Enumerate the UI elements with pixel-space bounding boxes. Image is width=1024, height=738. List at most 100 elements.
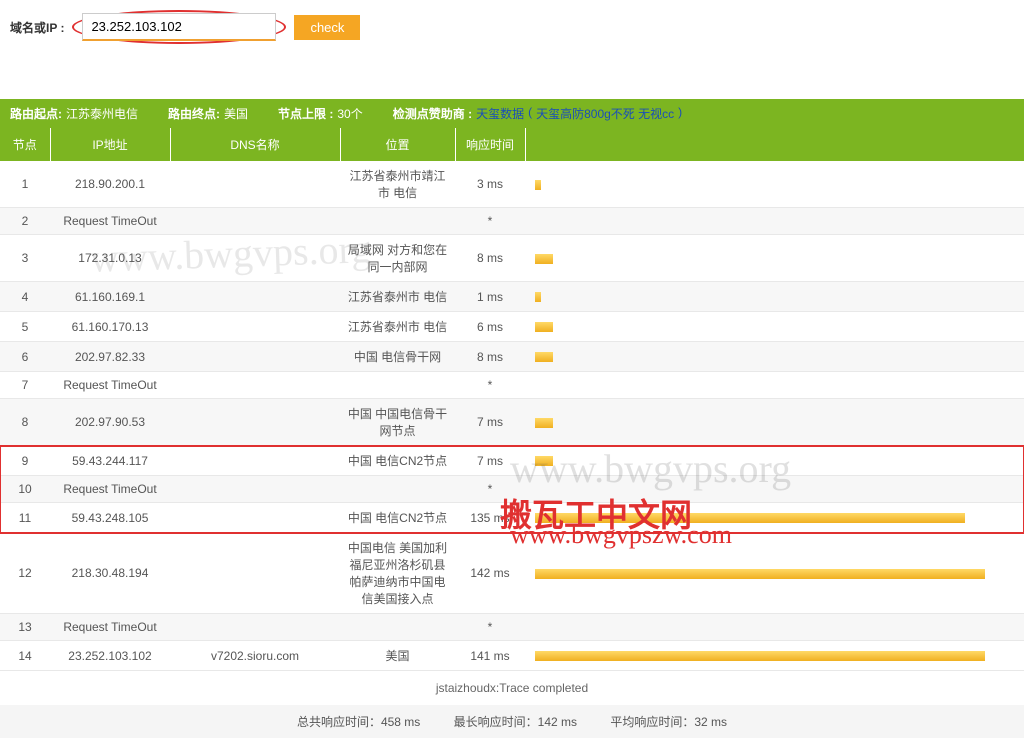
- response-bar: [535, 456, 553, 466]
- cell-location: [340, 614, 455, 641]
- sponsor-link-1[interactable]: 天玺数据: [476, 105, 524, 122]
- cell-ip: 202.97.90.53: [50, 399, 170, 446]
- table-row: 3 172.31.0.13 局域网 对方和您在同一内部网 8 ms: [0, 235, 1024, 282]
- cell-time: *: [455, 476, 525, 503]
- cell-location: 江苏省泰州市靖江市 电信: [340, 161, 455, 208]
- cell-location: 中国 电信CN2节点: [340, 503, 455, 533]
- cell-ip: 61.160.169.1: [50, 282, 170, 312]
- response-bar: [535, 322, 553, 332]
- header-time: 响应时间: [455, 128, 525, 161]
- cell-node: 12: [0, 533, 50, 614]
- table-row: 6 202.97.82.33 中国 电信骨干网 8 ms: [0, 342, 1024, 372]
- cell-location: [340, 208, 455, 235]
- cell-dns: [170, 342, 340, 372]
- response-bar: [535, 180, 541, 190]
- header-node: 节点: [0, 128, 50, 161]
- header-bar: [525, 128, 1024, 161]
- summary-max: 最长响应时间：142 ms: [454, 715, 577, 729]
- cell-dns: [170, 235, 340, 282]
- cell-time: 3 ms: [455, 161, 525, 208]
- cell-dns: [170, 533, 340, 614]
- cell-bar: [525, 312, 1024, 342]
- cell-bar: [525, 235, 1024, 282]
- cell-ip: 218.30.48.194: [50, 533, 170, 614]
- cell-bar: [525, 503, 1024, 533]
- cell-node: 10: [0, 476, 50, 503]
- cell-time: 135 ms: [455, 503, 525, 533]
- header-location: 位置: [340, 128, 455, 161]
- cell-time: *: [455, 372, 525, 399]
- sponsor-label: 检测点赞助商 :: [393, 105, 472, 122]
- cell-time: 1 ms: [455, 282, 525, 312]
- cell-location: 中国电信 美国加利福尼亚州洛杉矶县帕萨迪纳市中国电信美国接入点: [340, 533, 455, 614]
- check-button[interactable]: check: [294, 15, 360, 40]
- cell-ip: 202.97.82.33: [50, 342, 170, 372]
- cell-dns: v7202.sioru.com: [170, 641, 340, 671]
- cell-ip: Request TimeOut: [50, 614, 170, 641]
- cell-node: 14: [0, 641, 50, 671]
- response-bar: [535, 254, 553, 264]
- node-limit-label: 节点上限 :: [278, 105, 333, 122]
- cell-node: 13: [0, 614, 50, 641]
- cell-dns: [170, 503, 340, 533]
- cell-node: 4: [0, 282, 50, 312]
- cell-node: 8: [0, 399, 50, 446]
- response-bar: [535, 651, 985, 661]
- summary-line: 总共响应时间：458 ms 最长响应时间：142 ms 平均响应时间：32 ms: [0, 705, 1024, 738]
- sponsor-link-2[interactable]: 天玺高防800g不死 无视cc: [536, 105, 674, 122]
- cell-bar: [525, 533, 1024, 614]
- table-row: 5 61.160.170.13 江苏省泰州市 电信 6 ms: [0, 312, 1024, 342]
- cell-bar: [525, 342, 1024, 372]
- cell-bar: [525, 372, 1024, 399]
- table-row: 12 218.30.48.194 中国电信 美国加利福尼亚州洛杉矶县帕萨迪纳市中…: [0, 533, 1024, 614]
- summary-avg: 平均响应时间：32 ms: [610, 715, 727, 729]
- table-row: 4 61.160.169.1 江苏省泰州市 电信 1 ms: [0, 282, 1024, 312]
- cell-ip: 61.160.170.13: [50, 312, 170, 342]
- domain-ip-input[interactable]: [82, 13, 276, 41]
- cell-dns: [170, 446, 340, 476]
- cell-dns: [170, 614, 340, 641]
- cell-bar: [525, 446, 1024, 476]
- cell-bar: [525, 614, 1024, 641]
- cell-dns: [170, 208, 340, 235]
- table-row: 2 Request TimeOut *: [0, 208, 1024, 235]
- route-start-label: 路由起点:: [10, 105, 62, 122]
- cell-location: 中国 中国电信骨干网节点: [340, 399, 455, 446]
- cell-location: 美国: [340, 641, 455, 671]
- cell-location: 局域网 对方和您在同一内部网: [340, 235, 455, 282]
- highlighted-rows: 9 59.43.244.117 中国 电信CN2节点 7 ms 10 Reque…: [0, 446, 1024, 533]
- table-row: 9 59.43.244.117 中国 电信CN2节点 7 ms: [0, 446, 1024, 476]
- route-info-bar: 路由起点: 江苏泰州电信 路由终点: 美国 节点上限 : 30个 检测点赞助商 …: [0, 99, 1024, 128]
- response-bar: [535, 513, 965, 523]
- cell-dns: [170, 282, 340, 312]
- cell-location: 中国 电信CN2节点: [340, 446, 455, 476]
- cell-dns: [170, 476, 340, 503]
- cell-ip: Request TimeOut: [50, 372, 170, 399]
- route-start-value: 江苏泰州电信: [66, 105, 138, 122]
- response-bar: [535, 569, 985, 579]
- header-dns: DNS名称: [170, 128, 340, 161]
- route-end-label: 路由终点:: [168, 105, 220, 122]
- summary-total: 总共响应时间：458 ms: [297, 715, 420, 729]
- cell-location: [340, 372, 455, 399]
- cell-bar: [525, 476, 1024, 503]
- cell-bar: [525, 641, 1024, 671]
- table-row: 11 59.43.248.105 中国 电信CN2节点 135 ms: [0, 503, 1024, 533]
- cell-node: 3: [0, 235, 50, 282]
- cell-time: 141 ms: [455, 641, 525, 671]
- cell-bar: [525, 161, 1024, 208]
- cell-dns: [170, 312, 340, 342]
- cell-time: 7 ms: [455, 399, 525, 446]
- route-end-value: 美国: [224, 105, 248, 122]
- cell-bar: [525, 282, 1024, 312]
- cell-location: 江苏省泰州市 电信: [340, 312, 455, 342]
- cell-ip: Request TimeOut: [50, 476, 170, 503]
- input-highlight: [72, 10, 286, 44]
- table-row: 10 Request TimeOut *: [0, 476, 1024, 503]
- cell-ip: 59.43.244.117: [50, 446, 170, 476]
- cell-time: 8 ms: [455, 342, 525, 372]
- cell-bar: [525, 208, 1024, 235]
- cell-location: [340, 476, 455, 503]
- cell-ip: Request TimeOut: [50, 208, 170, 235]
- cell-time: *: [455, 208, 525, 235]
